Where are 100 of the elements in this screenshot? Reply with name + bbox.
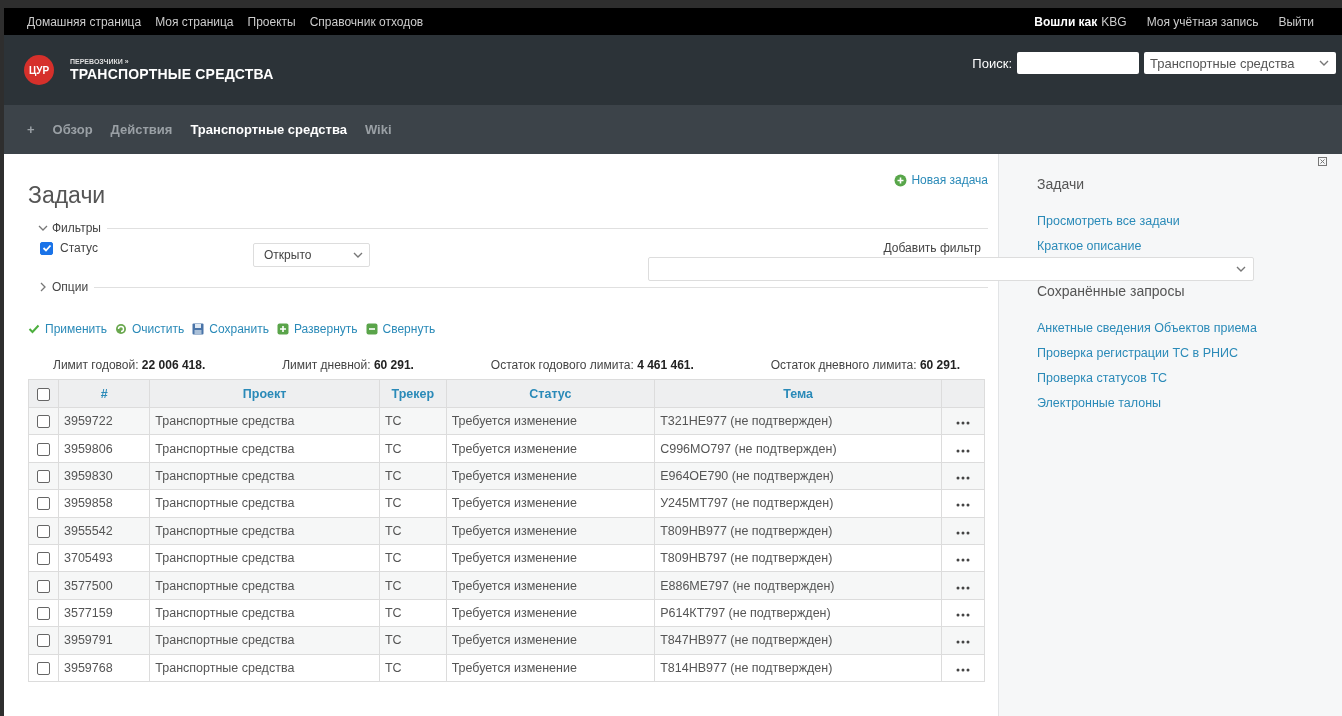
fieldset-toggle[interactable]: Опции: [38, 280, 89, 294]
limit-text: Лимит годовой: 22 006 418.: [53, 358, 206, 372]
sidebar-link[interactable]: Электронные талоны: [1037, 396, 1162, 410]
menu-tab[interactable]: Обзор: [52, 122, 93, 137]
column-header[interactable]: Тема: [654, 379, 942, 408]
table-cell: Требуется изменение: [446, 626, 655, 654]
table-cell: Требуется изменение: [446, 654, 655, 682]
menu-link[interactable]: Домашняя страница: [27, 14, 142, 29]
more-icon[interactable]: [956, 475, 970, 480]
limit-text: Лимит дневной: 60 291.: [282, 358, 414, 372]
table-cell: 3959830: [58, 462, 150, 490]
more-icon[interactable]: [956, 448, 970, 453]
table-cell: ТС: [379, 462, 447, 490]
row-checkbox[interactable]: [37, 415, 50, 429]
more-icon[interactable]: [956, 640, 970, 645]
scope-select[interactable]: Транспортные средства: [1144, 52, 1336, 74]
more-icon[interactable]: [956, 530, 970, 535]
column-header[interactable]: Статус: [446, 379, 655, 408]
more-icon[interactable]: [956, 585, 970, 590]
row-checkbox[interactable]: [37, 497, 50, 511]
menu-tab[interactable]: Wiki: [364, 122, 392, 137]
row-checkbox[interactable]: [37, 607, 50, 621]
column-header[interactable]: Проект: [149, 379, 380, 408]
row-checkbox[interactable]: [37, 524, 50, 538]
sidebar-link[interactable]: Просмотреть все задачи: [1037, 214, 1180, 228]
row-checkbox[interactable]: [37, 552, 50, 566]
table-cell: 3959791: [58, 626, 150, 654]
sidebar-link[interactable]: Проверка регистрации ТС в РНИС: [1037, 346, 1238, 360]
table-cell: С996МО797 (не подтвержден): [654, 434, 942, 463]
save-icon: [192, 323, 205, 335]
sidebar-heading: Сохранённые запросы: [1037, 283, 1186, 299]
table-cell: Требуется изменение: [446, 571, 655, 600]
refresh-icon: [115, 323, 127, 335]
table-cell: 3705493: [58, 544, 150, 572]
sidebar-link[interactable]: Анкетные сведения Объектов приема: [1037, 321, 1257, 335]
more-icon[interactable]: [956, 558, 970, 563]
row-checkbox[interactable]: [37, 442, 50, 456]
table-cell: Транспортные средства: [149, 599, 380, 627]
table-cell: Е964ОЕ790 (не подтвержден): [654, 462, 942, 490]
action-link[interactable]: Сохранить: [192, 322, 269, 336]
operator-select[interactable]: Открыто: [253, 243, 370, 267]
table-cell: Требуется изменение: [446, 407, 655, 435]
table-cell: Транспортные средства: [149, 434, 380, 463]
table-cell: 3959858: [58, 489, 150, 518]
search-field[interactable]: [1017, 52, 1139, 74]
table-cell: Транспортные средства: [149, 517, 380, 545]
table-cell: Требуется изменение: [446, 462, 655, 490]
menu-tab[interactable]: Действия: [110, 122, 173, 137]
account-link[interactable]: Моя учётная запись: [1146, 14, 1259, 29]
table-cell: 3959806: [58, 434, 150, 463]
action-link[interactable]: Свернуть: [365, 322, 436, 336]
table-cell: У245МТ797 (не подтвержден): [654, 489, 942, 518]
plus-icon: [276, 323, 289, 335]
limit-text: Остаток дневного лимита: 60 291.: [770, 358, 960, 372]
table-cell: Транспортные средства: [149, 407, 380, 435]
select-all-checkbox[interactable]: [37, 387, 50, 401]
menu-link[interactable]: Справочник отходов: [309, 14, 424, 29]
menu-link[interactable]: Проекты: [247, 14, 296, 29]
action-link[interactable]: Очистить: [115, 322, 185, 336]
new-issue-link[interactable]: Новая задача: [894, 173, 988, 187]
fieldset-toggle[interactable]: Фильтры: [38, 221, 101, 235]
account-link[interactable]: Выйти: [1278, 14, 1314, 29]
menu-tab[interactable]: Транспортные средства: [190, 122, 347, 137]
more-icon[interactable]: [956, 421, 970, 426]
table-cell: Е886МЕ797 (не подтвержден): [654, 571, 942, 600]
sidebar-link[interactable]: Проверка статусов ТС: [1037, 371, 1168, 385]
menu-tab[interactable]: +: [27, 122, 35, 137]
close-icon[interactable]: [1318, 157, 1327, 166]
table-cell: Т321НЕ977 (не подтвержден): [654, 407, 942, 435]
column-header[interactable]: Трекер: [379, 379, 447, 408]
search-label: Поиск:: [972, 55, 1012, 71]
table-cell: ТС: [379, 517, 447, 545]
row-checkbox[interactable]: [37, 634, 50, 648]
table-cell: ТС: [379, 489, 447, 518]
column-header[interactable]: #: [58, 379, 150, 408]
more-icon[interactable]: [956, 503, 970, 508]
logo[interactable]: ЦУР: [24, 55, 54, 85]
table-cell: Транспортные средства: [149, 489, 380, 518]
checkmark-icon: [28, 323, 40, 335]
table-cell: Требуется изменение: [446, 489, 655, 518]
row-checkbox[interactable]: [37, 470, 50, 484]
table-cell: ТС: [379, 407, 447, 435]
table-cell: ТС: [379, 434, 447, 463]
table-cell: Т814НВ977 (не подтвержден): [654, 654, 942, 682]
table-cell: Т809НВ977 (не подтвержден): [654, 517, 942, 545]
table-cell: ТС: [379, 626, 447, 654]
action-link[interactable]: Развернуть: [276, 322, 358, 336]
user-link[interactable]: KBG: [1101, 14, 1127, 29]
row-checkbox[interactable]: [37, 661, 50, 675]
filter-checkbox[interactable]: [40, 241, 53, 255]
menu-link[interactable]: Моя страница: [155, 14, 234, 29]
table-cell: Т809НВ797 (не подтвержден): [654, 544, 942, 572]
sidebar-link[interactable]: Краткое описание: [1037, 239, 1142, 253]
table-cell: ТС: [379, 599, 447, 627]
more-icon[interactable]: [956, 667, 970, 672]
add-filter-label: Добавить фильтр: [883, 241, 981, 255]
table-cell: Требуется изменение: [446, 517, 655, 545]
row-checkbox[interactable]: [37, 579, 50, 593]
action-link[interactable]: Применить: [28, 322, 107, 336]
more-icon[interactable]: [956, 612, 970, 617]
